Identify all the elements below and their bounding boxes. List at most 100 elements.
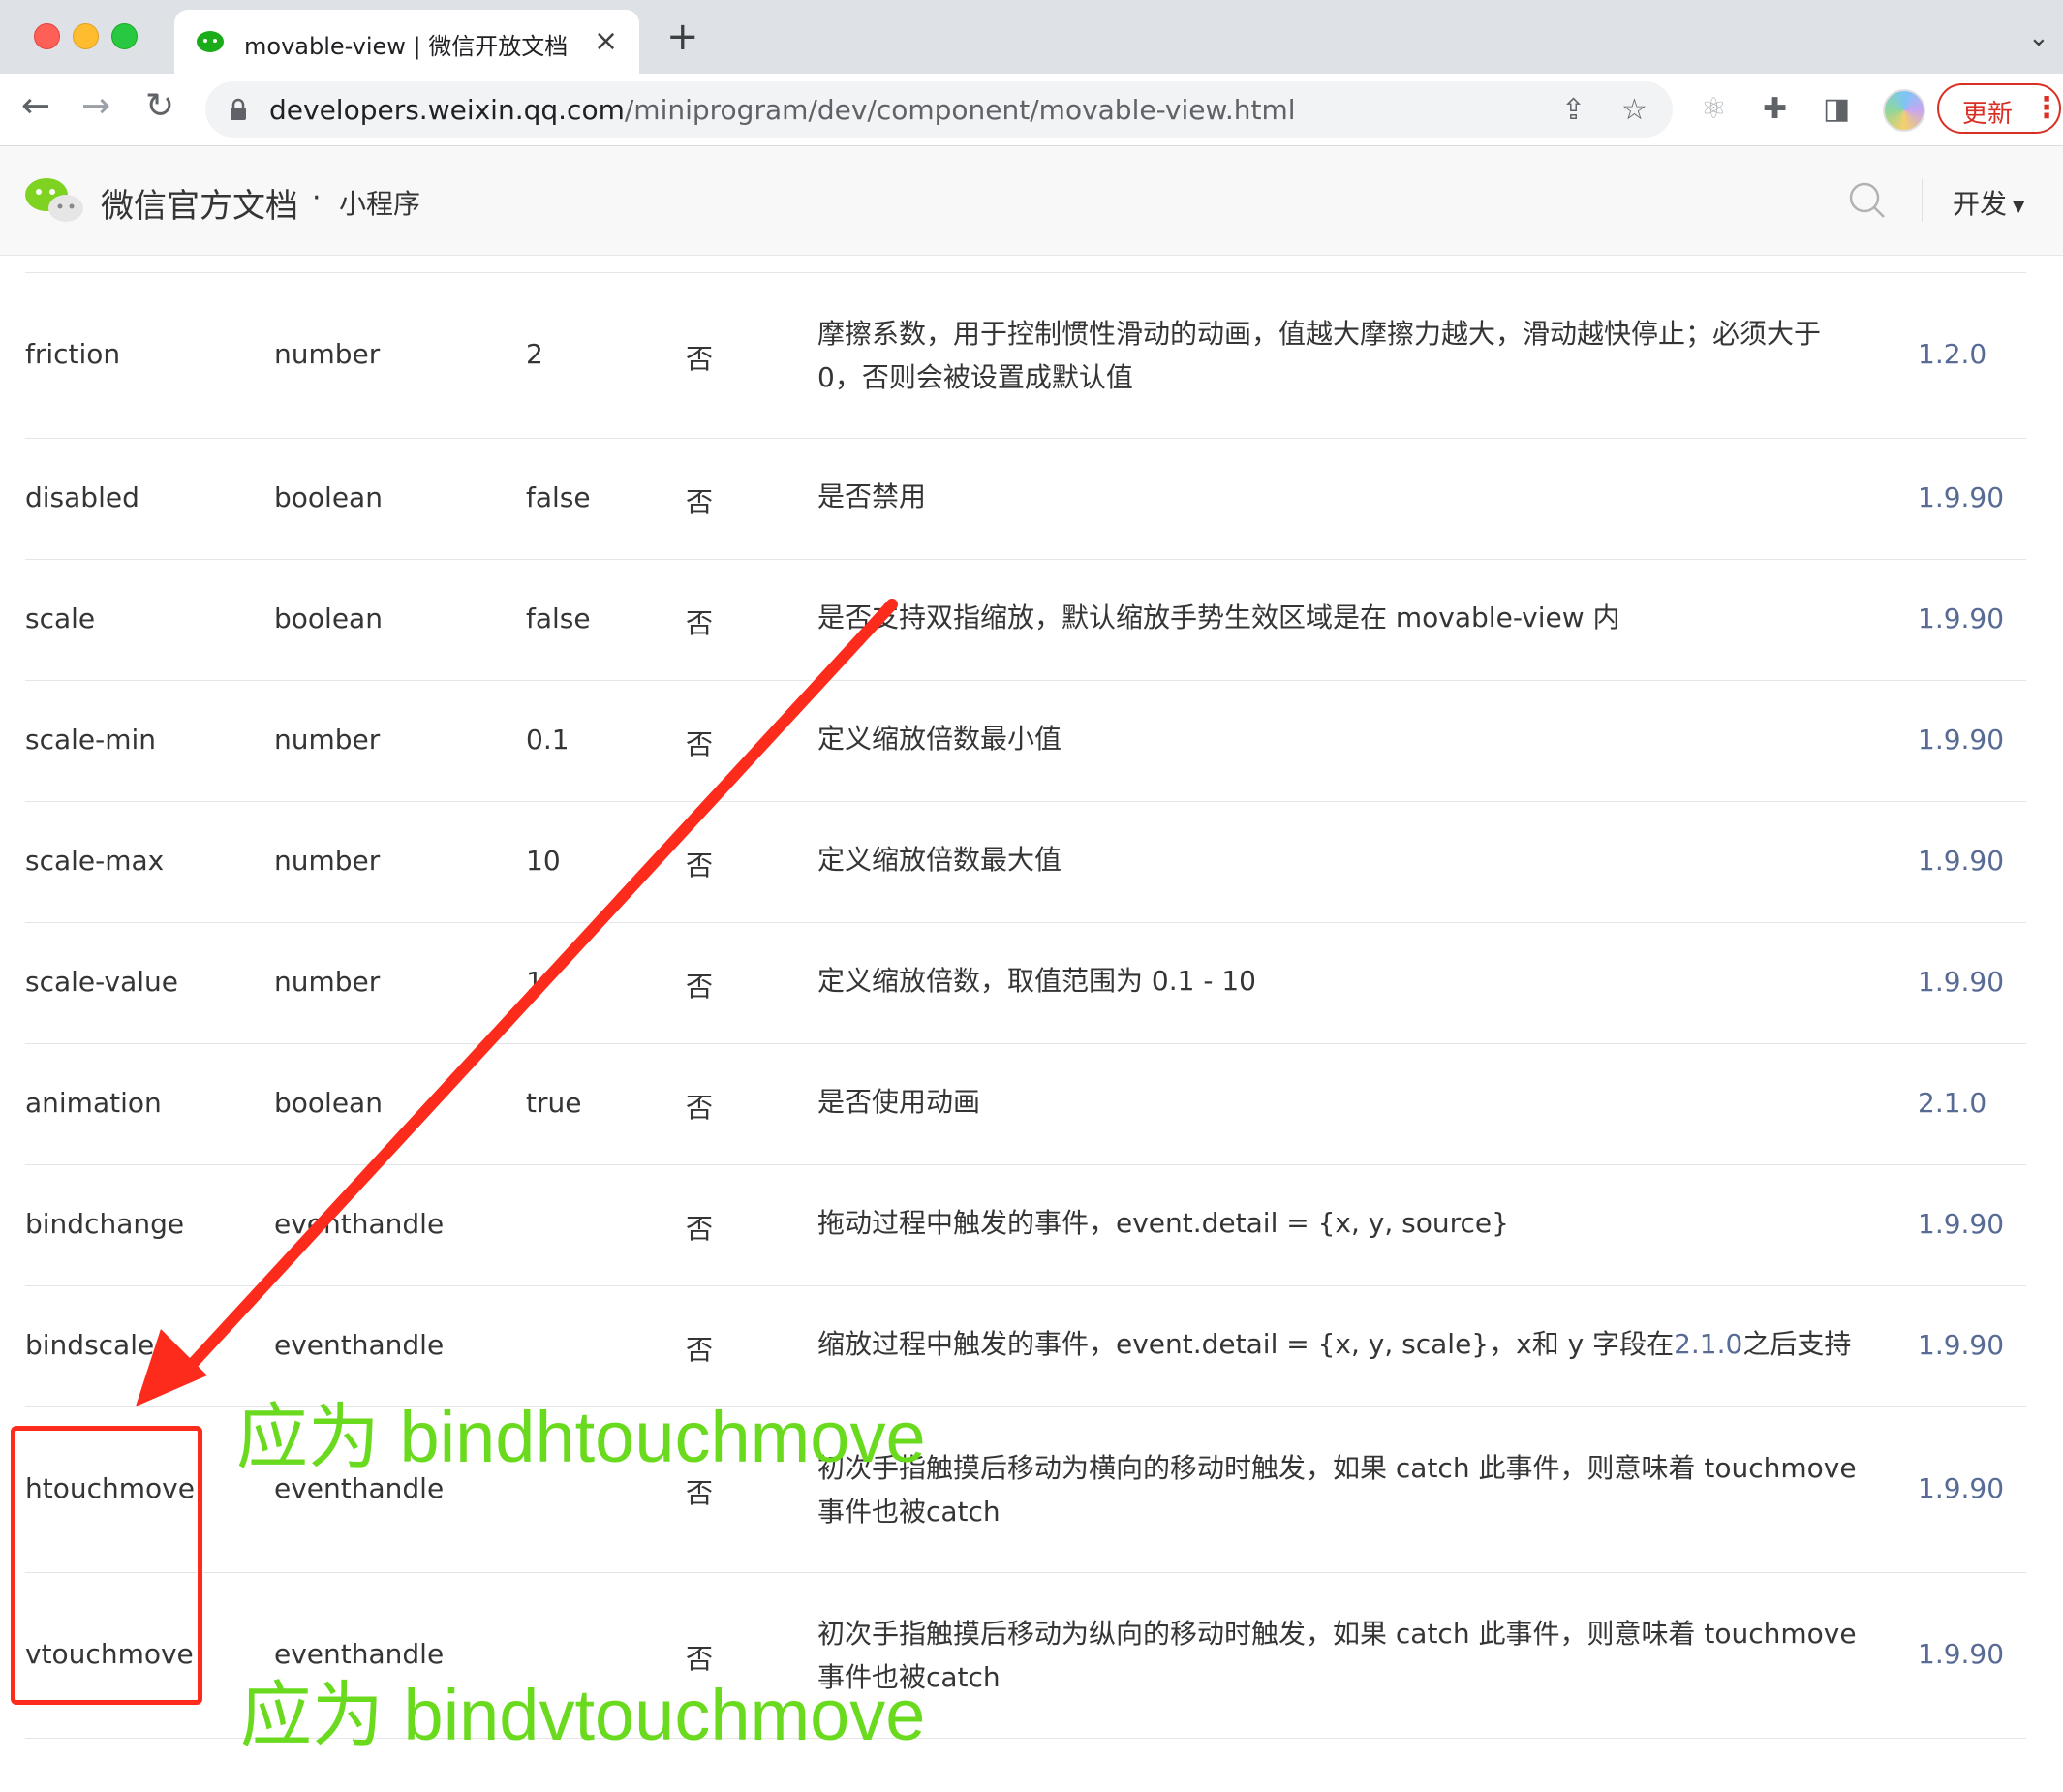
prop-version[interactable]: 1.9.90 [1918,1208,2004,1240]
prop-type: number [274,338,381,370]
table-row: bindchange eventhandle 否 拖动过程中触发的事件，even… [25,1165,2026,1286]
caret-down-icon: ▼ [2013,196,2025,215]
prop-description: 定义缩放倍数，取值范围为 0.1 - 10 [817,965,1256,997]
table-row: scale-max number 10 否 定义缩放倍数最大值 1.9.90 [25,802,2026,923]
prop-description: 是否支持双指缩放，默认缩放手势生效区域是在 movable-view 内 [817,602,1620,633]
react-devtools-icon[interactable]: ⚛ [1701,93,1727,126]
prop-description: 摩擦系数，用于控制惯性滑动的动画，值越大摩擦力越大，滑动越快停止；必须大于0，否… [817,318,1822,393]
prop-version[interactable]: 1.9.90 [1918,966,2004,998]
prop-type: number [274,724,381,756]
browser-tab[interactable]: movable-view | 微信开放文档 × [174,10,639,74]
prop-type: number [274,845,381,877]
prop-version[interactable]: 1.2.0 [1918,338,1986,370]
prop-description: 初次手指触摸后移动为纵向的移动时触发，如果 catch 此事件，则意味着 tou… [817,1618,1857,1693]
prop-default: 1 [526,966,543,998]
reload-icon[interactable]: ↻ [145,87,174,126]
extensions-puzzle-icon[interactable]: ✚ [1763,93,1787,126]
table-row: scale boolean false 否 是否支持双指缩放，默认缩放手势生效区… [25,560,2026,681]
prop-version[interactable]: 1.9.90 [1918,481,2004,513]
prop-name: bindchange [25,1208,185,1240]
table-row: animation boolean true 否 是否使用动画 2.1.0 [25,1044,2026,1165]
back-arrow-icon[interactable]: ← [21,87,50,126]
prop-required: 否 [686,486,714,518]
table-row: bindscale eventhandle 否 缩放过程中触发的事件，event… [25,1286,2026,1407]
highlight-box [11,1426,202,1705]
update-label: 更新 [1962,100,2014,129]
url-host: developers.weixin.qq.com [269,94,625,126]
new-tab-button[interactable]: + [666,17,699,56]
prop-name: scale-max [25,845,165,877]
lock-icon [231,98,246,120]
table-row: disabled boolean false 否 是否禁用 1.9.90 [25,439,2026,560]
prop-required: 否 [686,1334,714,1366]
prop-description: 是否使用动画 [817,1086,981,1118]
prop-version[interactable]: 1.9.90 [1918,1329,2004,1361]
tab-search-chevron-icon[interactable]: ⌄ [2028,23,2049,52]
bookmark-star-icon[interactable]: ☆ [1621,93,1647,127]
table-row: scale-value number 1 否 定义缩放倍数，取值范围为 0.1 … [25,923,2026,1044]
tab-title: movable-view | 微信开放文档 [244,33,569,60]
prop-required: 否 [686,1643,714,1675]
prop-default: 10 [526,845,561,877]
prop-type: boolean [274,602,383,634]
url-path: /miniprogram/dev/component/movable-view.… [624,94,1296,126]
minimize-window-button[interactable] [73,23,99,49]
prop-required: 否 [686,1213,714,1245]
zoom-window-button[interactable] [111,23,138,49]
prop-version[interactable]: 1.9.90 [1918,845,2004,877]
prop-description: 缩放过程中触发的事件，event.detail = {x, y, scale}，… [817,1322,1863,1366]
prop-name: scale-value [25,966,178,998]
prop-version[interactable]: 1.9.90 [1918,724,2004,756]
wechat-logo-icon[interactable] [23,175,85,226]
browser-toolbar: ← → ↻ developers.weixin.qq.com/miniprogr… [0,74,2063,146]
site-title[interactable]: 微信官方文档 [101,179,298,227]
prop-description-text: 之后支持 [1742,1328,1852,1360]
prop-required: 否 [686,1092,714,1124]
search-icon[interactable] [1848,181,1887,220]
prop-type: eventhandle [274,1329,445,1361]
prop-name: scale [25,602,96,634]
prop-default: true [526,1087,582,1119]
site-section[interactable]: 小程序 [339,183,420,222]
update-button[interactable]: 更新 ⋮ [1937,83,2061,134]
url-text: developers.weixin.qq.com/miniprogram/dev… [269,94,1296,126]
prop-version[interactable]: 1.9.90 [1918,602,2004,634]
prop-required: 否 [686,343,714,375]
prop-required: 否 [686,728,714,760]
title-separator: · [312,181,322,215]
more-menu-icon[interactable]: ⋮ [2032,91,2061,125]
forward-arrow-icon[interactable]: → [81,87,110,126]
close-window-button[interactable] [34,23,60,49]
prop-default: 0.1 [526,724,570,756]
prop-name: friction [25,338,121,370]
dev-menu-dropdown[interactable]: 开发 ▼ [1953,183,2024,222]
prop-default: false [526,602,591,634]
prop-version[interactable]: 1.9.90 [1918,1472,2004,1504]
site-header: 微信官方文档 · 小程序 开发 ▼ [0,146,2063,256]
prop-required: 否 [686,607,714,639]
prop-type: eventhandle [274,1208,445,1240]
prop-description: 拖动过程中触发的事件，event.detail = {x, y, source} [817,1207,1509,1239]
prop-description: 定义缩放倍数最大值 [817,844,1062,876]
dev-menu-label: 开发 [1953,188,2008,220]
properties-table: friction number 2 否 摩擦系数，用于控制惯性滑动的动画，值越大… [25,272,2026,1739]
annotation-v-note: 应为 bindvtouchmove [240,1675,926,1755]
tab-close-icon[interactable]: × [594,24,618,58]
version-link[interactable]: 2.1.0 [1674,1328,1742,1360]
share-icon[interactable]: ⇪ [1561,93,1586,127]
prop-name: bindscale [25,1329,155,1361]
prop-type: number [274,966,381,998]
side-panel-icon[interactable]: ◨ [1823,93,1850,126]
prop-version[interactable]: 2.1.0 [1918,1087,1986,1119]
header-divider [1922,179,1923,222]
prop-name: scale-min [25,724,157,756]
annotation-h-note: 应为 bindhtouchmove [236,1397,926,1477]
prop-description: 初次手指触摸后移动为横向的移动时触发，如果 catch 此事件，则意味着 tou… [817,1452,1857,1528]
prop-name: animation [25,1087,162,1119]
prop-version[interactable]: 1.9.90 [1918,1638,2004,1670]
prop-type: eventhandle [274,1638,445,1670]
prop-description: 定义缩放倍数最小值 [817,723,1062,755]
profile-avatar[interactable] [1883,89,1925,132]
wechat-favicon-icon [197,31,224,52]
address-bar[interactable]: developers.weixin.qq.com/miniprogram/dev… [205,81,1673,138]
